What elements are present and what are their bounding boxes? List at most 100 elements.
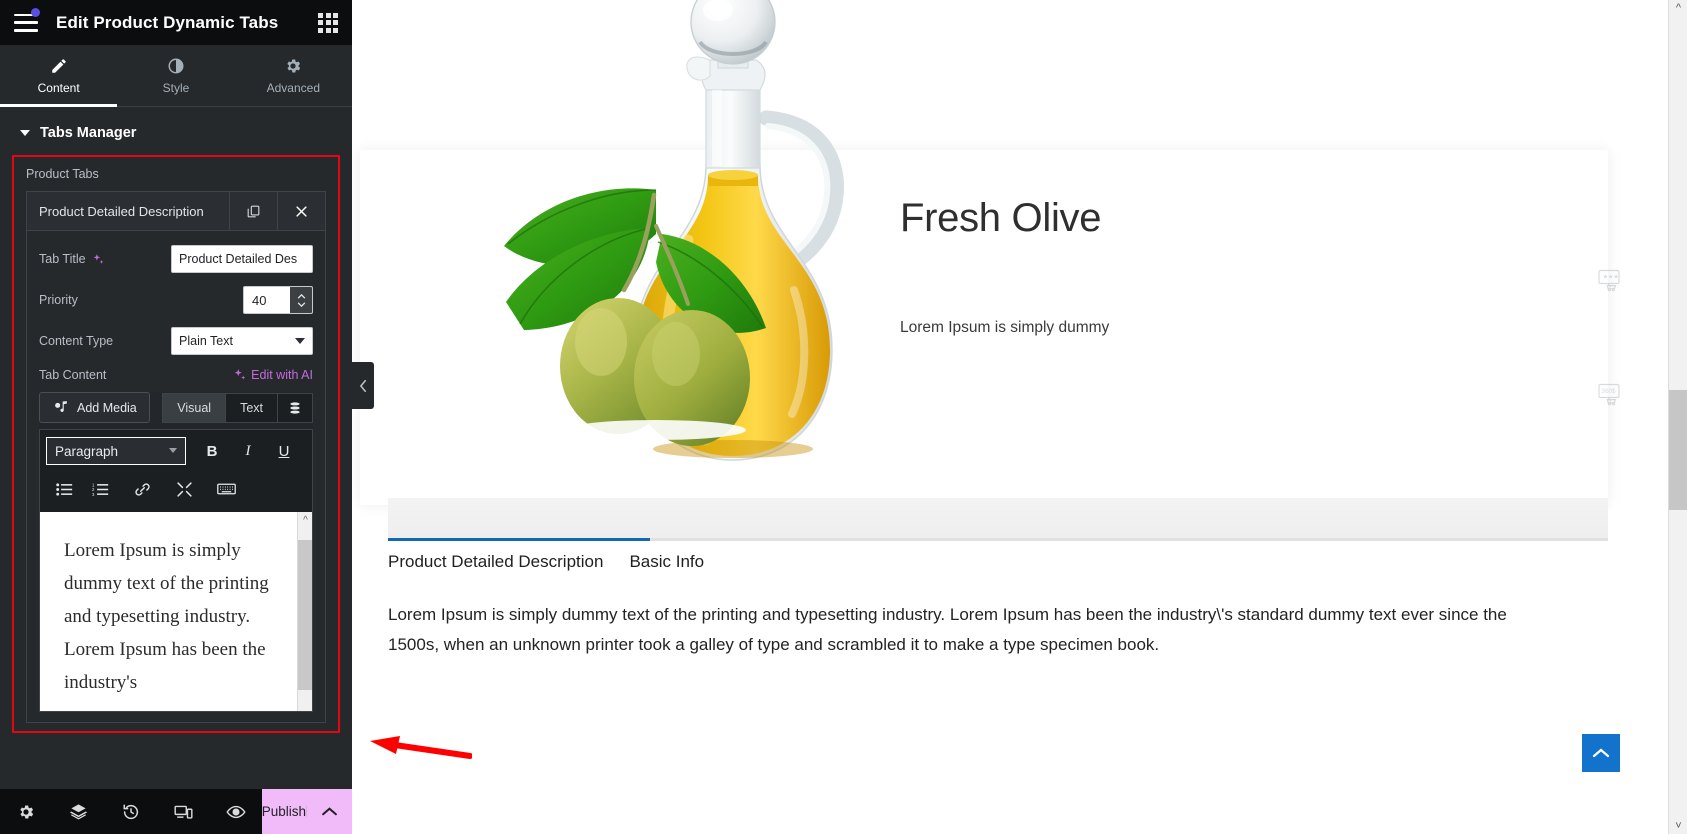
database-icon[interactable] bbox=[278, 392, 313, 423]
apps-grid-icon[interactable] bbox=[318, 12, 338, 33]
mode-visual-button[interactable]: Visual bbox=[162, 392, 227, 423]
preview-eye-icon[interactable] bbox=[209, 789, 261, 834]
product-tab-body-text: Lorem Ipsum is simply dummy text of the … bbox=[388, 605, 1507, 654]
scroll-up-arrow-icon[interactable]: ^ bbox=[1669, 2, 1687, 14]
priority-input[interactable] bbox=[244, 287, 290, 313]
edit-with-ai-button[interactable]: Edit with AI bbox=[233, 368, 313, 382]
underline-button[interactable]: U bbox=[266, 436, 302, 466]
tab-title-label-wrap: Tab Title bbox=[39, 252, 171, 266]
add-media-button[interactable]: Add Media bbox=[39, 392, 150, 423]
duplicate-icon[interactable] bbox=[229, 192, 277, 230]
content-type-select-wrap: Plain Text bbox=[171, 327, 313, 355]
repeater-item-title: Product Detailed Description bbox=[39, 203, 204, 219]
tabs-manager-section-header[interactable]: Tabs Manager bbox=[0, 107, 352, 155]
tab-content-label: Tab Content bbox=[39, 368, 107, 382]
numbered-list-icon[interactable]: 123 bbox=[82, 474, 118, 504]
fullscreen-icon[interactable] bbox=[166, 474, 202, 504]
half-circle-icon bbox=[168, 58, 184, 73]
hero-text-block: Fresh Olive Lorem Ipsum is simply dummy bbox=[900, 196, 1109, 337]
product-rating-widget-placeholder[interactable]: ★★★ bbox=[1597, 268, 1623, 299]
link-icon[interactable] bbox=[124, 474, 160, 504]
mode-text-button[interactable]: Text bbox=[226, 392, 278, 423]
tab-advanced-label: Advanced bbox=[266, 80, 320, 95]
chevron-left-icon bbox=[359, 379, 366, 392]
bulleted-list-icon[interactable] bbox=[46, 474, 82, 504]
tab-title-label: Tab Title bbox=[39, 252, 86, 266]
chevron-up-icon[interactable] bbox=[306, 806, 352, 817]
preview-page: Fresh Olive Lorem Ipsum is simply dummy … bbox=[352, 0, 1668, 834]
preview-canvas: Fresh Olive Lorem Ipsum is simply dummy … bbox=[352, 0, 1687, 834]
priority-spinner[interactable] bbox=[290, 287, 312, 313]
product-price-widget-placeholder[interactable]: 360$ bbox=[1597, 382, 1623, 413]
publish-button[interactable]: Publish bbox=[261, 789, 352, 834]
page-title: Edit Product Dynamic Tabs bbox=[56, 12, 279, 32]
product-tab-detailed-description[interactable]: Product Detailed Description bbox=[388, 546, 603, 578]
bold-button[interactable]: B bbox=[194, 436, 230, 466]
panel-footer: Publish bbox=[0, 789, 352, 834]
product-title: Fresh Olive bbox=[900, 196, 1102, 240]
page-scrollbar[interactable]: ^ ˅ bbox=[1668, 0, 1687, 834]
editor-scrollbar[interactable]: ^ bbox=[297, 512, 312, 711]
product-subtitle: Lorem Ipsum is simply dummy bbox=[900, 319, 1110, 336]
tab-style[interactable]: Style bbox=[117, 45, 234, 106]
page-scrollbar-thumb[interactable] bbox=[1669, 390, 1687, 510]
tab-advanced[interactable]: Advanced bbox=[235, 45, 352, 106]
repeater-item-header[interactable]: Product Detailed Description bbox=[26, 191, 326, 231]
close-icon[interactable] bbox=[277, 192, 325, 230]
chevron-up-icon bbox=[297, 293, 305, 299]
ai-sparkle-icon bbox=[234, 369, 246, 380]
history-icon[interactable] bbox=[105, 789, 157, 834]
field-content-type: Content Type Plain Text bbox=[39, 327, 313, 355]
wp-editor-content-area[interactable]: Lorem Ipsum is simply dummy text of the … bbox=[39, 512, 313, 712]
hero-section: Fresh Olive Lorem Ipsum is simply dummy … bbox=[352, 0, 1668, 540]
ai-sparkle-icon[interactable] bbox=[92, 253, 105, 266]
pencil-icon bbox=[51, 58, 66, 73]
editor-panel: Edit Product Dynamic Tabs Content Style … bbox=[0, 0, 374, 834]
back-to-top-button[interactable] bbox=[1582, 734, 1620, 772]
paragraph-format-select[interactable]: Paragraph bbox=[46, 437, 186, 465]
field-tab-title: Tab Title bbox=[39, 245, 313, 273]
content-type-select[interactable]: Plain Text bbox=[171, 327, 313, 355]
collapse-panel-button[interactable] bbox=[352, 362, 374, 409]
wp-editor-content: Lorem Ipsum is simply dummy text of the … bbox=[64, 540, 269, 693]
responsive-mode-icon[interactable] bbox=[157, 789, 209, 834]
publish-label: Publish bbox=[261, 804, 306, 819]
panel-tab-bar: Content Style Advanced bbox=[0, 45, 352, 107]
svg-text:360$: 360$ bbox=[1601, 388, 1616, 395]
field-priority: Priority bbox=[39, 286, 313, 314]
wp-editor-toolbar-top: Add Media Visual Text bbox=[39, 392, 313, 429]
tab-style-label: Style bbox=[162, 80, 190, 95]
settings-gear-icon[interactable] bbox=[0, 789, 52, 834]
paragraph-format-select-wrap: Paragraph bbox=[46, 437, 186, 465]
layers-icon[interactable] bbox=[52, 789, 104, 834]
svg-text:★★★: ★★★ bbox=[1603, 274, 1619, 281]
tab-content[interactable]: Content bbox=[0, 45, 118, 107]
edit-with-ai-label: Edit with AI bbox=[251, 368, 313, 382]
repeater-item-fields: Tab Title Priority bbox=[26, 231, 326, 723]
chevron-up-icon[interactable]: ^ bbox=[298, 515, 312, 526]
olive-oil-product-image bbox=[504, 0, 844, 461]
section-title: Tabs Manager bbox=[40, 125, 137, 141]
gear-icon bbox=[287, 59, 301, 72]
add-media-label: Add Media bbox=[77, 400, 137, 415]
chevron-up-icon bbox=[1592, 748, 1610, 758]
content-type-label: Content Type bbox=[39, 334, 114, 348]
hamburger-menu-icon[interactable] bbox=[14, 7, 40, 32]
editor-format-toolbar: Paragraph B I U bbox=[39, 429, 313, 472]
wp-editor: Add Media Visual Text Paragraph B I U 1 … bbox=[39, 392, 313, 712]
tab-content-header: Tab Content Edit with AI bbox=[39, 368, 313, 382]
product-tab-basic-info[interactable]: Basic Info bbox=[629, 546, 704, 578]
italic-button[interactable]: I bbox=[230, 436, 266, 466]
scroll-down-arrow-icon[interactable]: ˅ bbox=[1669, 820, 1687, 832]
priority-stepper[interactable] bbox=[243, 286, 313, 314]
notification-dot bbox=[31, 7, 40, 17]
editor-mode-group: Visual Text bbox=[162, 392, 313, 423]
editor-scrollbar-thumb[interactable] bbox=[298, 540, 312, 690]
panel-header: Edit Product Dynamic Tabs bbox=[0, 0, 352, 45]
keyboard-icon[interactable] bbox=[208, 474, 244, 504]
product-tabs-strip bbox=[388, 498, 1608, 538]
chevron-down-icon bbox=[20, 130, 30, 136]
panel-body: Tabs Manager Product Tabs Product Detail… bbox=[0, 107, 352, 834]
product-tabs-label: Product Tabs bbox=[26, 167, 99, 181]
tab-title-input[interactable] bbox=[171, 245, 313, 273]
